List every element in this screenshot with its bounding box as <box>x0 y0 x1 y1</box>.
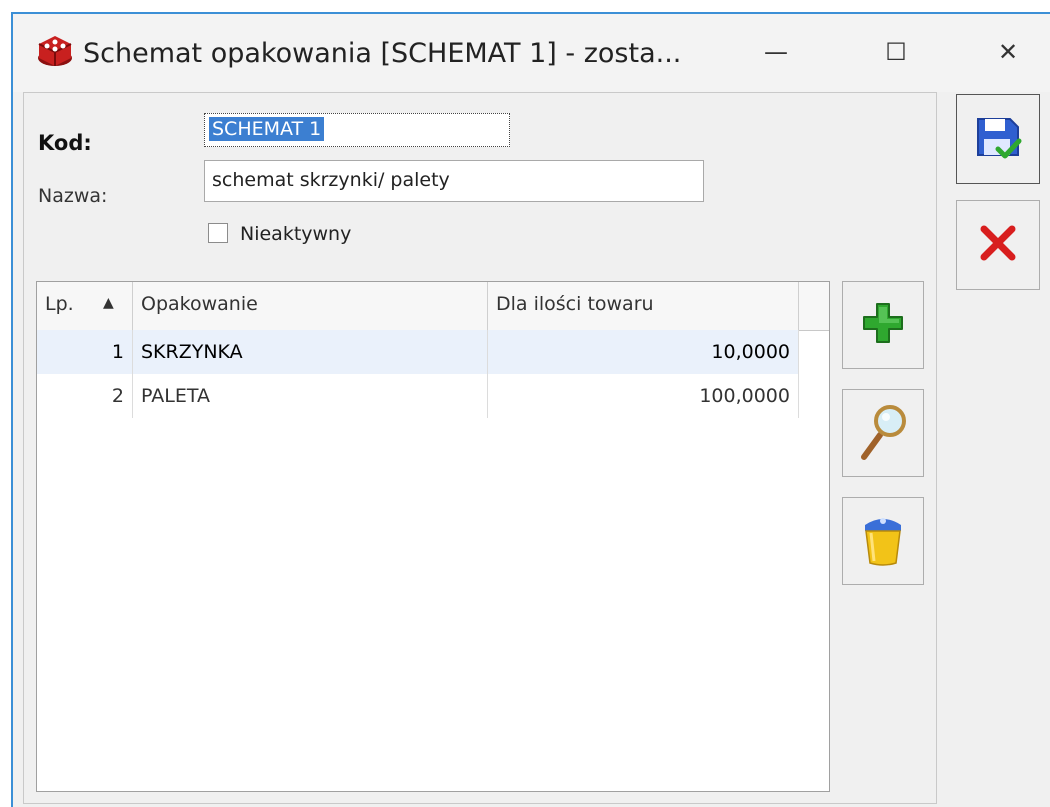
cancel-button[interactable] <box>956 200 1040 290</box>
cell-opakowanie: PALETA <box>133 374 488 418</box>
column-header-spacer <box>799 282 829 330</box>
cell-lp: 1 <box>37 330 133 374</box>
packaging-grid: Lp. ▲ Opakowanie Dla ilości towaru 1 SKR… <box>36 281 830 792</box>
nieaktywny-checkbox[interactable] <box>208 223 228 243</box>
save-button[interactable] <box>956 94 1040 184</box>
form-panel: Kod: SCHEMAT 1 Nazwa: schemat skrzynki/ … <box>23 92 937 804</box>
cell-lp: 2 <box>37 374 133 418</box>
maximize-button[interactable]: ☐ <box>869 30 923 74</box>
table-row[interactable]: 2 PALETA 100,0000 <box>37 374 799 418</box>
kod-label: Kod: <box>38 131 92 155</box>
column-header-dla-ilosci[interactable]: Dla ilości towaru <box>488 282 799 330</box>
plus-icon <box>861 301 905 349</box>
column-header-opakowanie[interactable]: Opakowanie <box>133 282 488 330</box>
sort-ascending-icon: ▲ <box>103 295 114 311</box>
window-title: Schemat opakowania [SCHEMAT 1] - zosta..… <box>83 38 682 69</box>
kod-value: SCHEMAT 1 <box>209 117 325 141</box>
dialog-window: Schemat opakowania [SCHEMAT 1] - zosta..… <box>11 12 1050 807</box>
nieaktywny-label[interactable]: Nieaktywny <box>240 223 351 245</box>
magnifier-icon <box>858 401 908 465</box>
cell-ilosc: 10,0000 <box>488 330 799 374</box>
save-icon <box>972 111 1024 167</box>
cancel-icon <box>976 221 1020 269</box>
delete-button[interactable] <box>842 497 924 585</box>
kod-input[interactable]: SCHEMAT 1 <box>204 113 510 147</box>
column-header-lp-label: Lp. <box>45 293 74 315</box>
table-row[interactable]: 1 SKRZYNKA 10,0000 <box>37 330 799 374</box>
title-bar: Schemat opakowania [SCHEMAT 1] - zosta..… <box>13 14 1050 92</box>
column-header-lp[interactable]: Lp. ▲ <box>37 282 133 330</box>
trash-bin-icon <box>861 511 905 571</box>
add-button[interactable] <box>842 281 924 369</box>
grid-header: Lp. ▲ Opakowanie Dla ilości towaru <box>37 282 829 331</box>
nazwa-input[interactable]: schemat skrzynki/ palety <box>204 160 704 202</box>
close-button[interactable]: ✕ <box>981 30 1035 74</box>
cell-ilosc: 100,0000 <box>488 374 799 418</box>
nazwa-label: Nazwa: <box>38 185 108 207</box>
minimize-button[interactable]: — <box>749 30 803 74</box>
view-button[interactable] <box>842 389 924 477</box>
crate-icon <box>35 32 75 68</box>
cell-opakowanie: SKRZYNKA <box>133 330 488 374</box>
